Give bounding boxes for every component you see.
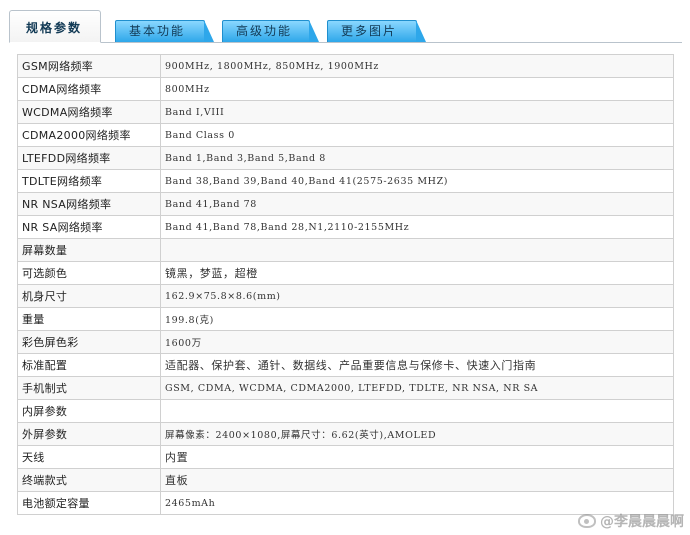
table-row: 机身尺寸 162.9×75.8×8.6(mm): [17, 284, 674, 308]
spec-key: GSM网络频率: [17, 54, 161, 78]
spec-value: [160, 238, 674, 262]
spec-key: 彩色屏色彩: [17, 330, 161, 354]
table-row: 外屏参数 屏幕像素：2400×1080,屏幕尺寸：6.62(英寸),AMOLED: [17, 422, 674, 446]
spec-value: Band 41,Band 78: [160, 192, 674, 216]
spec-key: NR NSA网络频率: [17, 192, 161, 216]
table-row: WCDMA网络频率 Band Ⅰ,VIII: [17, 100, 674, 124]
tab-basic-functions-label: 基本功能: [129, 24, 186, 38]
table-row: 标准配置 适配器、保护套、通针、数据线、产品重要信息与保修卡、快速入门指南: [17, 353, 674, 377]
spec-key: 重量: [17, 307, 161, 331]
table-row: GSM网络频率 900MHz, 1800MHz, 850MHz, 1900MHz: [17, 54, 674, 78]
spec-value: 内置: [160, 445, 674, 469]
spec-key: TDLTE网络频率: [17, 169, 161, 193]
spec-key: 机身尺寸: [17, 284, 161, 308]
spec-value: Band Ⅰ,VIII: [160, 100, 674, 124]
table-row: 电池额定容量 2465mAh: [17, 491, 674, 515]
spec-key: 屏幕数量: [17, 238, 161, 262]
spec-value: GSM, CDMA, WCDMA, CDMA2000, LTEFDD, TDLT…: [160, 376, 674, 400]
spec-key: 电池额定容量: [17, 491, 161, 515]
spec-value: Band Class 0: [160, 123, 674, 147]
table-row: LTEFDD网络频率 Band 1,Band 3,Band 5,Band 8: [17, 146, 674, 170]
spec-value: Band 38,Band 39,Band 40,Band 41(2575-263…: [160, 169, 674, 193]
spec-key: 标准配置: [17, 353, 161, 377]
spec-value: 900MHz, 1800MHz, 850MHz, 1900MHz: [160, 54, 674, 78]
spec-key: 终端款式: [17, 468, 161, 492]
tab-more-images[interactable]: 更多图片: [327, 20, 426, 42]
spec-key: 可选颜色: [17, 261, 161, 285]
table-row: CDMA2000网络频率 Band Class 0: [17, 123, 674, 147]
spec-key: 天线: [17, 445, 161, 469]
spec-value: 镜黑，梦蓝，超橙: [160, 261, 674, 285]
table-row: TDLTE网络频率 Band 38,Band 39,Band 40,Band 41…: [17, 169, 674, 193]
table-row: CDMA网络频率 800MHz: [17, 77, 674, 101]
spec-value: 屏幕像素：2400×1080,屏幕尺寸：6.62(英寸),AMOLED: [160, 422, 674, 446]
table-row: NR SA网络频率 Band 41,Band 78,Band 28,N1,2110…: [17, 215, 674, 239]
tab-specs[interactable]: 规格参数: [9, 10, 101, 43]
table-row: 彩色屏色彩 1600万: [17, 330, 674, 354]
spec-key: CDMA网络频率: [17, 77, 161, 101]
spec-value: 适配器、保护套、通针、数据线、产品重要信息与保修卡、快速入门指南: [160, 353, 674, 377]
table-row: 天线 内置: [17, 445, 674, 469]
spec-key: 内屏参数: [17, 399, 161, 423]
tab-bar: 规格参数 基本功能 高级功能 更多图片: [0, 0, 690, 44]
watermark: @李晨晨晨啊: [578, 511, 684, 531]
spec-key: 外屏参数: [17, 422, 161, 446]
table-row: 手机制式 GSM, CDMA, WCDMA, CDMA2000, LTEFDD, …: [17, 376, 674, 400]
spec-value: Band 41,Band 78,Band 28,N1,2110-2155MHz: [160, 215, 674, 239]
table-row: 终端款式 直板: [17, 468, 674, 492]
table-row: 重量 199.8(克): [17, 307, 674, 331]
spec-table: GSM网络频率 900MHz, 1800MHz, 850MHz, 1900MHz …: [17, 54, 674, 515]
tab-advanced-functions-label: 高级功能: [236, 24, 293, 38]
spec-key: NR SA网络频率: [17, 215, 161, 239]
spec-value: [160, 399, 674, 423]
table-row: 内屏参数: [17, 399, 674, 423]
spec-value: 199.8(克): [160, 307, 674, 331]
spec-value: 162.9×75.8×8.6(mm): [160, 284, 674, 308]
table-row: 屏幕数量: [17, 238, 674, 262]
spec-key: CDMA2000网络频率: [17, 123, 161, 147]
spec-value: 直板: [160, 468, 674, 492]
table-row: 可选颜色 镜黑，梦蓝，超橙: [17, 261, 674, 285]
spec-key: 手机制式: [17, 376, 161, 400]
spec-key: LTEFDD网络频率: [17, 146, 161, 170]
spec-value: 800MHz: [160, 77, 674, 101]
tab-basic-functions[interactable]: 基本功能: [115, 20, 214, 42]
tab-specs-label: 规格参数: [26, 21, 83, 35]
tab-bar-divider: [98, 42, 682, 43]
tab-advanced-functions[interactable]: 高级功能: [222, 20, 319, 42]
spec-key: WCDMA网络频率: [17, 100, 161, 124]
watermark-text: @李晨晨晨啊: [600, 514, 684, 530]
spec-value: 1600万: [160, 330, 674, 354]
tab-more-images-label: 更多图片: [341, 24, 398, 38]
table-row: NR NSA网络频率 Band 41,Band 78: [17, 192, 674, 216]
spec-value: Band 1,Band 3,Band 5,Band 8: [160, 146, 674, 170]
weibo-icon: [578, 514, 596, 528]
